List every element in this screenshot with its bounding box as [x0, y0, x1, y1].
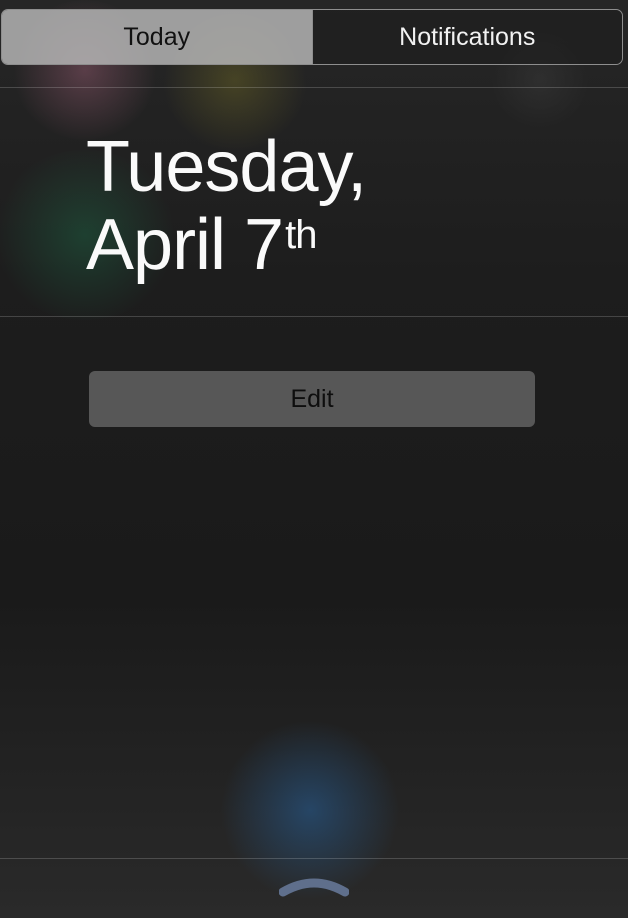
notification-center: Today Notifications Tuesday, April 7th E… — [0, 0, 628, 918]
chevron-up-icon[interactable] — [278, 872, 350, 900]
date-weekday: Tuesday, — [86, 127, 367, 207]
tab-today[interactable]: Today — [2, 10, 312, 64]
date-month-day-line: April 7th — [86, 206, 366, 284]
edit-button[interactable]: Edit — [89, 371, 535, 427]
date-header: Tuesday, April 7th — [86, 127, 367, 284]
date-month-day: April 7 — [86, 205, 284, 285]
tab-notifications[interactable]: Notifications — [311, 10, 622, 64]
divider — [0, 858, 628, 859]
segmented-control: Today Notifications — [1, 9, 623, 65]
divider — [0, 87, 628, 88]
date-ordinal-suffix: th — [285, 213, 317, 257]
divider — [0, 316, 628, 317]
